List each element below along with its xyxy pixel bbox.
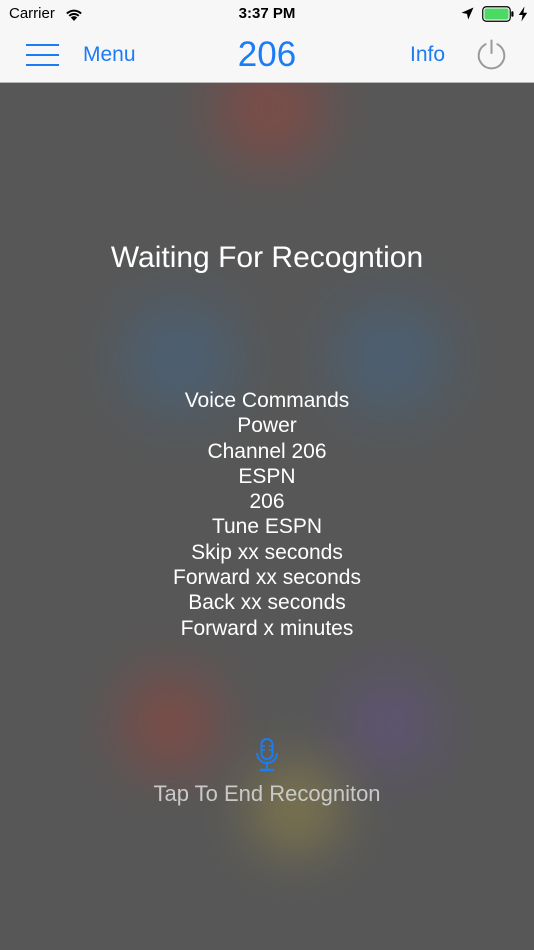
recognition-title: Waiting For Recogntion [110,241,424,274]
location-arrow-icon [461,7,474,20]
command-item: Tune ESPN [211,515,323,539]
channel-number: 206 [237,35,297,74]
power-icon[interactable] [475,38,508,71]
microphone-icon[interactable] [255,738,279,774]
charging-bolt-icon [518,6,528,22]
battery-icon [482,6,514,22]
command-item: Skip xx seconds [191,540,343,564]
recognition-overlay[interactable]: Waiting For Recogntion Voice Commands Po… [0,83,534,950]
background-blur [250,763,340,853]
info-button[interactable]: Info [410,43,445,67]
clock: 3:37 PM [238,5,296,22]
command-item: Power [237,414,297,438]
command-item: Forward xx seconds [173,566,361,590]
status-bar: Carrier 3:37 PM [0,0,534,28]
background-blur [120,673,220,773]
command-item: Forward x minutes [180,616,354,640]
command-heading: Voice Commands [184,389,350,412]
voice-commands-list: Voice Commands Power Channel 206 ESPN 20… [0,388,534,641]
command-item: ESPN [238,464,296,488]
end-recognition-button[interactable]: Tap To End Recogniton [0,781,534,807]
background-blur [340,673,440,773]
navigation-bar: Menu 206 Info [0,28,534,83]
background-blur [215,83,325,163]
command-item: Back xx seconds [188,591,346,615]
command-item: 206 [249,490,285,514]
command-item: Channel 206 [207,439,327,463]
